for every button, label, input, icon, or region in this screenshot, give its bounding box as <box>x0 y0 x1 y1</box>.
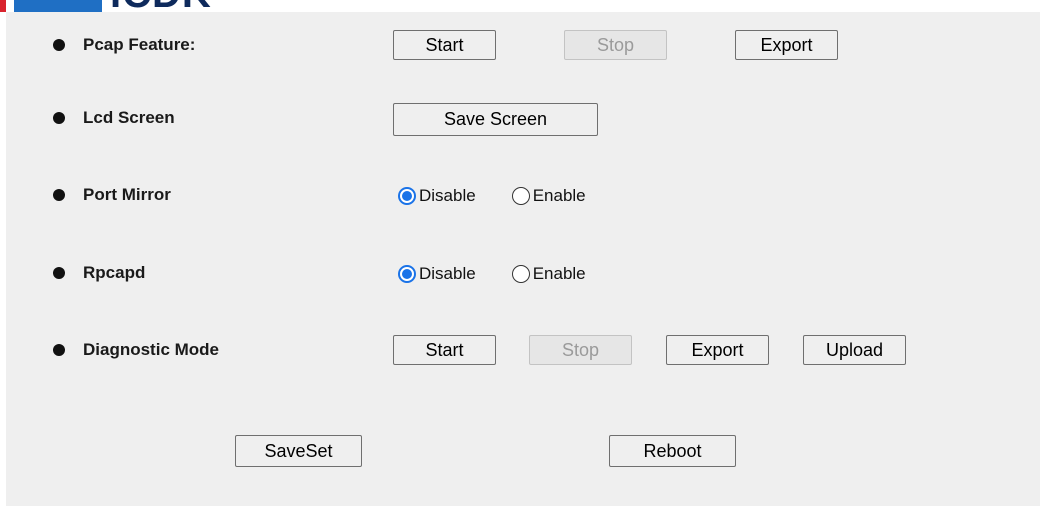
logo-text: ICDK <box>110 0 212 12</box>
save-screen-button[interactable]: Save Screen <box>393 103 598 136</box>
rpcapd-radio-group: Disable Enable <box>398 262 608 286</box>
port-mirror-label: Port Mirror <box>83 185 171 204</box>
radio-label: Disable <box>419 264 476 283</box>
pcap-stop-button[interactable]: Stop <box>564 30 667 60</box>
diagnostic-export-button[interactable]: Export <box>666 335 769 365</box>
rpcapd-label: Rpcapd <box>83 263 146 282</box>
logo-blue-block <box>14 0 102 12</box>
pcap-feature-row: Pcap Feature: Start Stop Export <box>6 30 1040 60</box>
radio-label: Enable <box>532 186 586 205</box>
diagnostic-stop-button[interactable]: Stop <box>529 335 632 365</box>
radio-label: Disable <box>419 186 476 205</box>
rpcapd-disable-radio[interactable] <box>398 265 416 283</box>
settings-panel: Pcap Feature: Start Stop Export Lcd Scre… <box>6 12 1040 506</box>
port-mirror-enable-radio[interactable] <box>511 187 530 205</box>
port-mirror-row: Port Mirror Disable Enable <box>6 180 1040 210</box>
diagnostic-start-button[interactable]: Start <box>393 335 496 365</box>
diagnostic-mode-label: Diagnostic Mode <box>83 340 220 359</box>
diagnostic-upload-button[interactable]: Upload <box>803 335 906 365</box>
port-mirror-radio-group: Disable Enable <box>398 184 608 208</box>
diagnostic-mode-row: Diagnostic Mode Start Stop Export Upload <box>6 335 1040 365</box>
bullet-icon <box>53 112 65 124</box>
port-mirror-disable-option[interactable]: Disable <box>398 186 476 206</box>
saveset-button[interactable]: SaveSet <box>235 435 362 467</box>
radio-label: Enable <box>532 264 586 283</box>
logo-red-block <box>0 0 6 12</box>
bullet-icon <box>53 344 65 356</box>
pcap-feature-label: Pcap Feature: <box>83 35 196 54</box>
brand-logo: ICDK <box>0 0 260 12</box>
bullet-icon <box>53 39 65 51</box>
reboot-button[interactable]: Reboot <box>609 435 736 467</box>
rpcapd-enable-radio[interactable] <box>511 265 530 283</box>
rpcapd-enable-option[interactable]: Enable <box>511 264 586 284</box>
rpcapd-disable-option[interactable]: Disable <box>398 264 476 284</box>
lcd-screen-label: Lcd Screen <box>83 108 175 127</box>
pcap-export-button[interactable]: Export <box>735 30 838 60</box>
port-mirror-enable-option[interactable]: Enable <box>511 186 586 206</box>
bullet-icon <box>53 189 65 201</box>
pcap-start-button[interactable]: Start <box>393 30 496 60</box>
rpcapd-row: Rpcapd Disable Enable <box>6 258 1040 288</box>
port-mirror-disable-radio[interactable] <box>398 187 416 205</box>
bullet-icon <box>53 267 65 279</box>
lcd-screen-row: Lcd Screen Save Screen <box>6 103 1040 136</box>
